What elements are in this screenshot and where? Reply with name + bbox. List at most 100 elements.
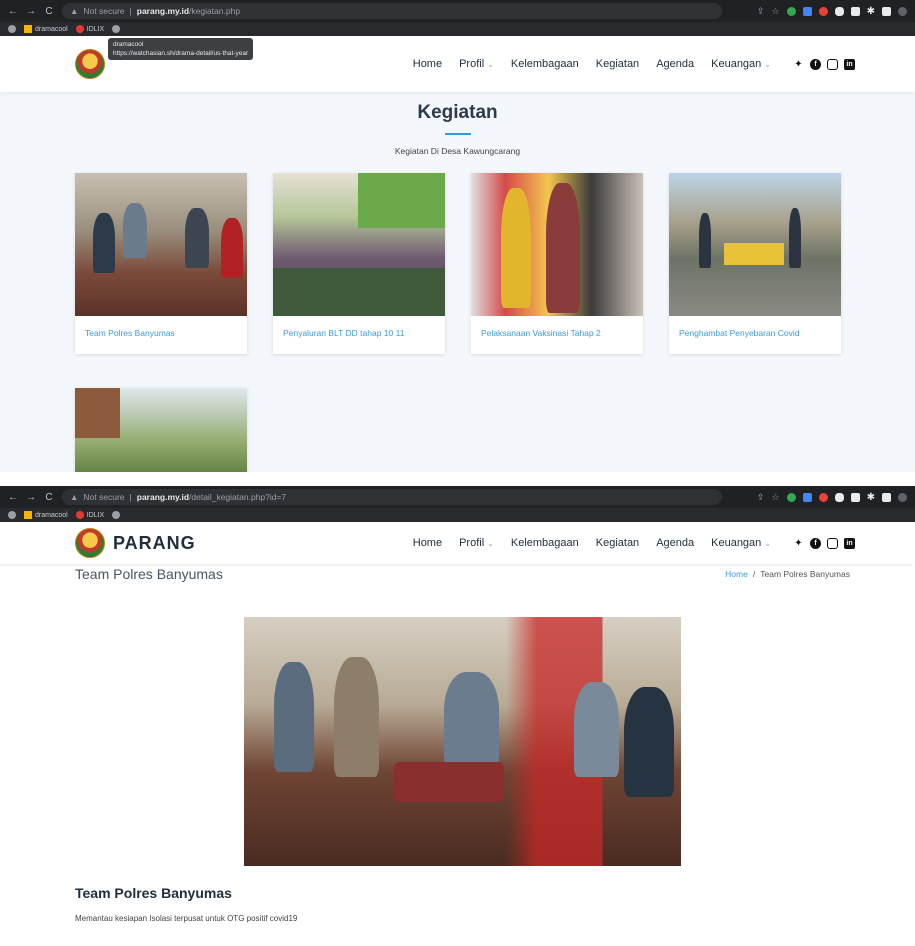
activity-card[interactable]: Penghambat Penyebaran Covid xyxy=(669,173,841,354)
kegiatan-list-screenshot: ← → C ▲ Not secure | parang.my.id/kegiat… xyxy=(0,0,915,472)
nav-kelembagaan[interactable]: Kelembagaan xyxy=(511,58,579,70)
shield-icon[interactable] xyxy=(834,492,844,502)
url-path: /kegiatan.php xyxy=(189,6,241,16)
extension-icon[interactable] xyxy=(802,6,812,16)
activity-detail-photo xyxy=(244,617,681,866)
profile-icon[interactable] xyxy=(898,6,907,16)
url-path: /detail_kegiatan.php?id=7 xyxy=(189,492,287,502)
card-caption: Penyaluran BLT DD tahap 10 11 xyxy=(283,328,405,338)
extension-icon[interactable] xyxy=(786,492,796,502)
title-underline xyxy=(444,133,471,135)
reload-icon[interactable]: C xyxy=(44,492,54,503)
address-bar[interactable]: ▲ Not secure | parang.my.id/detail_kegia… xyxy=(62,489,722,505)
activity-photo xyxy=(273,173,445,316)
bookmark-idlix[interactable]: IDLIX xyxy=(75,511,104,519)
puzzle-icon[interactable]: ✱ xyxy=(867,492,875,503)
security-label: Not secure xyxy=(83,6,125,16)
twitter-icon[interactable]: ✦ xyxy=(793,58,804,70)
activity-photo xyxy=(75,173,247,316)
breadcrumb-separator: / xyxy=(752,569,756,579)
activity-card[interactable]: Penyaluran BLT DD tahap 10 11 xyxy=(273,173,445,354)
nav-kegiatan[interactable]: Kegiatan xyxy=(596,537,639,549)
breadcrumb: Home / Team Polres Banyumas xyxy=(725,569,850,579)
warning-icon: ▲ xyxy=(70,492,79,502)
forward-icon[interactable]: → xyxy=(26,6,36,17)
extension-icon[interactable] xyxy=(818,6,828,16)
extension-icon[interactable] xyxy=(786,6,796,16)
forward-icon[interactable]: → xyxy=(26,492,36,503)
activity-photo xyxy=(75,388,247,472)
shield-icon[interactable] xyxy=(834,6,844,16)
security-label: Not secure xyxy=(83,492,125,502)
globe-icon[interactable] xyxy=(112,25,121,33)
browser-toolbar: ← → C ▲ Not secure | parang.my.id/kegiat… xyxy=(0,0,915,22)
back-icon[interactable]: ← xyxy=(8,6,18,17)
instagram-icon[interactable] xyxy=(827,58,838,70)
social-links: ✦ f in xyxy=(793,58,855,70)
star-icon[interactable]: ☆ xyxy=(772,492,780,503)
nav-keuangan[interactable]: Keuangan ⌄ xyxy=(711,537,771,549)
bookmark-dramacool[interactable]: dramacool xyxy=(24,511,68,519)
twitter-icon[interactable]: ✦ xyxy=(793,537,804,549)
warning-icon: ▲ xyxy=(70,6,79,16)
link-tooltip: dramacool https://watchasian.sh/drama-de… xyxy=(108,38,254,60)
nav-profil[interactable]: Profil ⌄ xyxy=(459,58,494,70)
reload-icon[interactable]: C xyxy=(44,6,54,17)
nav-kelembagaan[interactable]: Kelembagaan xyxy=(511,537,579,549)
detail-kegiatan-screenshot: ← → C ▲ Not secure | parang.my.id/detail… xyxy=(0,486,915,946)
activity-card[interactable] xyxy=(75,388,247,472)
profile-icon[interactable] xyxy=(898,492,907,502)
chevron-down-icon: ⌄ xyxy=(487,59,494,69)
url-host: parang.my.id xyxy=(136,6,190,16)
instagram-icon[interactable] xyxy=(827,537,838,549)
share-icon[interactable]: ⇪ xyxy=(757,492,765,503)
facebook-icon[interactable]: f xyxy=(810,58,821,70)
puzzle-icon[interactable]: ✱ xyxy=(867,6,875,17)
extension-icon[interactable] xyxy=(850,6,860,16)
globe-icon[interactable] xyxy=(8,25,16,33)
nav-profil[interactable]: Profil ⌄ xyxy=(459,537,494,549)
globe-icon[interactable] xyxy=(8,511,16,519)
extensions-bar: ⇪ ☆ ✱ xyxy=(757,492,907,503)
nav-agenda[interactable]: Agenda xyxy=(656,537,694,549)
breadcrumb-current: Team Polres Banyumas xyxy=(760,569,850,579)
sidebar-icon[interactable] xyxy=(882,492,891,502)
nav-kegiatan[interactable]: Kegiatan xyxy=(596,58,639,70)
back-icon[interactable]: ← xyxy=(8,492,18,503)
village-logo[interactable] xyxy=(75,528,105,558)
breadcrumb-home[interactable]: Home xyxy=(725,569,748,579)
facebook-icon[interactable]: f xyxy=(810,537,821,549)
extension-icon[interactable] xyxy=(850,492,860,502)
chevron-down-icon: ⌄ xyxy=(764,59,771,69)
extension-icon[interactable] xyxy=(818,492,828,502)
browser-toolbar: ← → C ▲ Not secure | parang.my.id/detail… xyxy=(0,486,915,508)
activity-card[interactable]: Pelaksanaan Vaksinasi Tahap 2 xyxy=(471,173,643,354)
village-logo[interactable] xyxy=(75,49,105,79)
page-title-bar: Team Polres Banyumas Home / Team Polres … xyxy=(0,564,915,584)
bookmark-dramacool[interactable]: dramacool xyxy=(24,25,68,33)
url-host: parang.my.id xyxy=(136,492,190,502)
sidebar-icon[interactable] xyxy=(882,6,891,16)
bookmark-icon xyxy=(24,511,32,519)
share-icon[interactable]: ⇪ xyxy=(757,6,765,17)
bookmarks-bar: dramacool IDLIX xyxy=(0,508,915,522)
page-title: Team Polres Banyumas xyxy=(75,566,223,582)
bookmark-icon xyxy=(24,25,32,33)
activity-card[interactable]: Team Polres Banyumas xyxy=(75,173,247,354)
activity-title: Team Polres Banyumas xyxy=(75,885,232,901)
star-icon[interactable]: ☆ xyxy=(772,6,780,17)
social-links: ✦ f in xyxy=(793,537,855,549)
nav-keuangan[interactable]: Keuangan ⌄ xyxy=(711,58,771,70)
card-caption: Pelaksanaan Vaksinasi Tahap 2 xyxy=(481,328,601,338)
linkedin-icon[interactable]: in xyxy=(844,537,855,549)
brand-name[interactable]: PARANG xyxy=(113,533,196,554)
nav-home[interactable]: Home xyxy=(413,537,442,549)
linkedin-icon[interactable]: in xyxy=(844,58,855,70)
nav-agenda[interactable]: Agenda xyxy=(656,58,694,70)
bookmark-idlix[interactable]: IDLIX xyxy=(75,25,104,33)
bookmark-icon xyxy=(75,25,84,33)
nav-home[interactable]: Home xyxy=(413,58,442,70)
address-bar[interactable]: ▲ Not secure | parang.my.id/kegiatan.php xyxy=(62,3,722,19)
extension-icon[interactable] xyxy=(802,492,812,502)
globe-icon[interactable] xyxy=(112,511,121,519)
